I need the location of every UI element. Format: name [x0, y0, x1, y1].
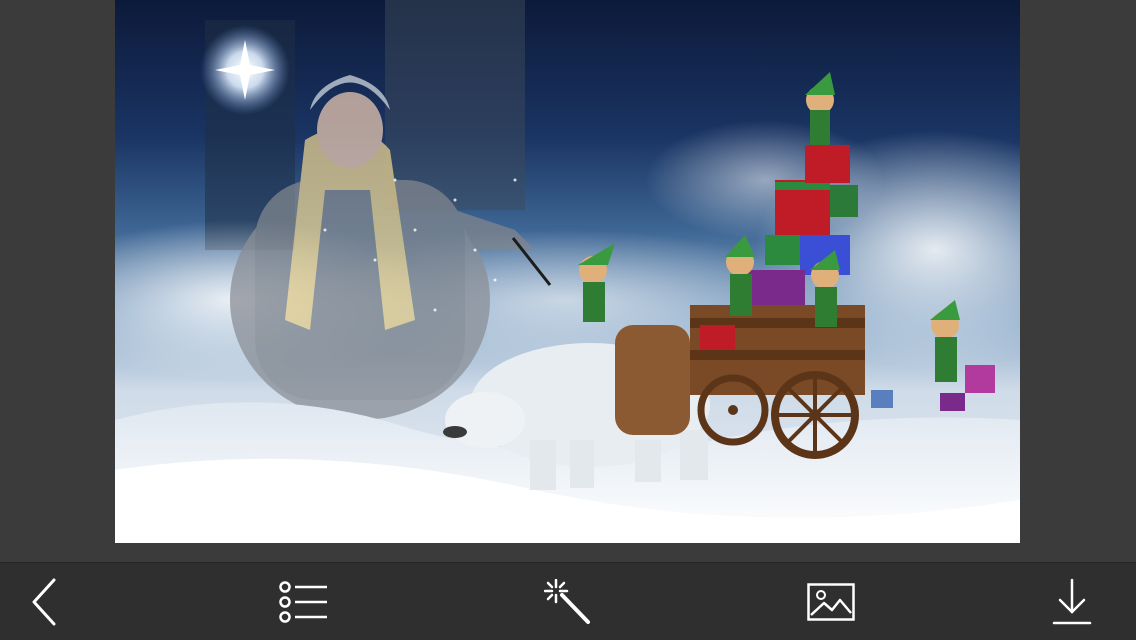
editor-stage — [0, 0, 1136, 562]
list-icon — [279, 580, 327, 623]
back-arrow-icon — [32, 578, 56, 625]
back-button[interactable]: Back — [0, 563, 90, 640]
christmas-scene-image — [115, 0, 1020, 543]
image-icon — [807, 582, 855, 621]
magic-wand-icon — [544, 578, 590, 624]
photo-canvas[interactable] — [115, 0, 1020, 543]
bottom-toolbar: Back Frames Effects Gallery — [0, 562, 1136, 640]
download-icon — [1052, 578, 1092, 624]
gallery-button[interactable]: Gallery — [786, 563, 876, 640]
effects-button[interactable]: Effects — [523, 563, 613, 640]
frames-list-button[interactable]: Frames — [259, 563, 349, 640]
download-button[interactable]: Save — [1027, 563, 1117, 640]
